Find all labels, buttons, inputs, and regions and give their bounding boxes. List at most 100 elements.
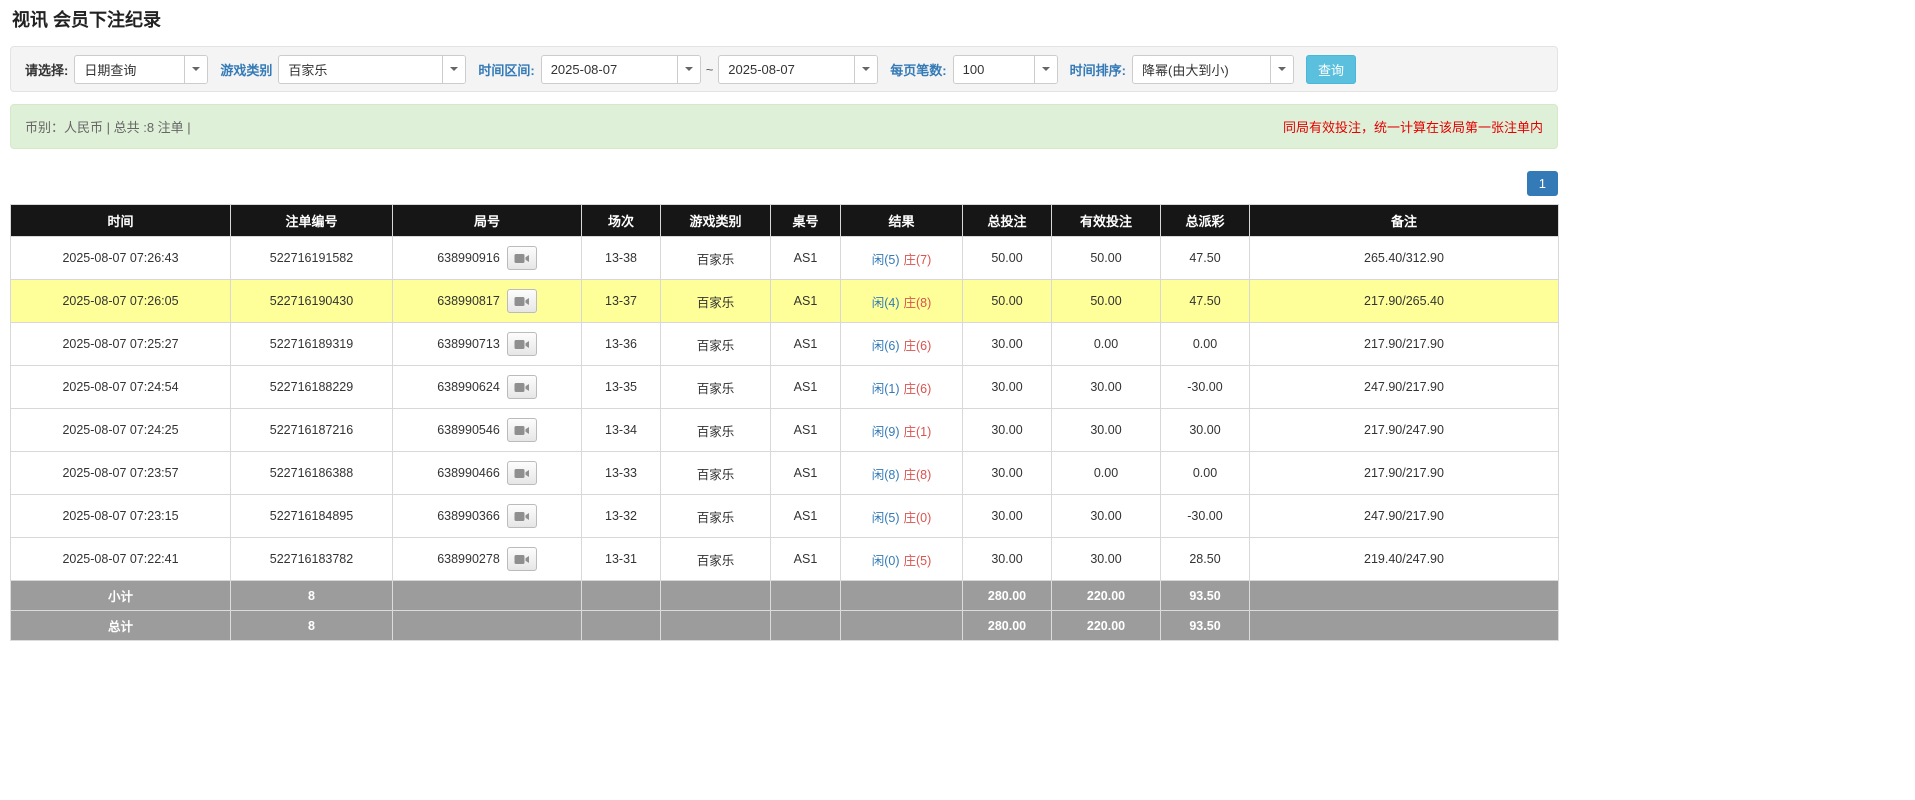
cell-summary-empty xyxy=(582,611,661,641)
round-video-button[interactable] xyxy=(507,547,537,571)
chevron-down-icon[interactable] xyxy=(854,56,877,83)
cell-time: 2025-08-07 07:23:57 xyxy=(11,452,231,495)
game-type-label: 游戏类别 xyxy=(220,60,272,79)
cell-summary-empty xyxy=(1250,611,1559,641)
cell-summary-empty xyxy=(661,581,771,611)
sort-order-dropdown[interactable]: 降幂(由大到小) xyxy=(1132,55,1294,84)
search-button[interactable]: 查询 xyxy=(1306,55,1356,84)
cell-game-type: 百家乐 xyxy=(661,409,771,452)
page-size-label: 每页笔数: xyxy=(890,60,946,79)
table-row: 2025-08-07 07:24:25 522716187216 6389905… xyxy=(11,409,1559,452)
cell-summary-empty xyxy=(393,581,582,611)
cell-total-bet[interactable]: 30.00 xyxy=(963,452,1052,495)
cell-table-no: AS1 xyxy=(771,538,841,581)
cell-summary-total-bet: 280.00 xyxy=(963,611,1052,641)
cell-round: 638990624 xyxy=(393,366,582,409)
cell-session: 13-34 xyxy=(582,409,661,452)
cell-time: 2025-08-07 07:26:05 xyxy=(11,280,231,323)
column-header-8: 总投注 xyxy=(963,205,1052,237)
cell-summary-count: 8 xyxy=(231,581,393,611)
cell-result: 闲(9)庄(1) xyxy=(841,409,963,452)
cell-valid-bet: 50.00 xyxy=(1052,280,1161,323)
round-number: 638990817 xyxy=(437,294,500,308)
cell-total-bet[interactable]: 50.00 xyxy=(963,280,1052,323)
cell-summary-empty xyxy=(1250,581,1559,611)
round-video-button[interactable] xyxy=(507,504,537,528)
round-video-button[interactable] xyxy=(507,375,537,399)
chevron-down-icon[interactable] xyxy=(442,56,465,83)
page-container: 视讯 会员下注纪录 请选择: 日期查询 游戏类别 百家乐 时间区间: 2025-… xyxy=(10,6,1558,641)
date-from-value: 2025-08-07 xyxy=(542,56,677,83)
cell-game-type: 百家乐 xyxy=(661,280,771,323)
column-header-4: 场次 xyxy=(582,205,661,237)
table-row: 2025-08-07 07:23:15 522716184895 6389903… xyxy=(11,495,1559,538)
result-player: 闲(6) xyxy=(872,339,900,353)
cell-table-no: AS1 xyxy=(771,495,841,538)
cell-valid-bet: 30.00 xyxy=(1052,538,1161,581)
cell-session: 13-36 xyxy=(582,323,661,366)
chevron-down-icon[interactable] xyxy=(1270,56,1293,83)
date-from-dropdown[interactable]: 2025-08-07 xyxy=(541,55,701,84)
chevron-down-icon[interactable] xyxy=(677,56,700,83)
cell-valid-bet: 0.00 xyxy=(1052,323,1161,366)
result-banker: 庄(6) xyxy=(904,382,932,396)
cell-payout: 0.00 xyxy=(1161,452,1250,495)
cell-bet-id: 522716186388 xyxy=(231,452,393,495)
cell-result: 闲(8)庄(8) xyxy=(841,452,963,495)
cell-bet-id: 522716190430 xyxy=(231,280,393,323)
cell-table-no: AS1 xyxy=(771,452,841,495)
cell-summary-label: 总计 xyxy=(11,611,231,641)
page-size-dropdown[interactable]: 100 xyxy=(953,55,1058,84)
result-player: 闲(5) xyxy=(872,253,900,267)
chevron-down-icon[interactable] xyxy=(1034,56,1057,83)
table-header-row: 时间注单编号局号场次游戏类别桌号结果总投注有效投注总派彩备注 xyxy=(11,205,1559,237)
select-type-value: 日期查询 xyxy=(75,56,184,83)
date-range-separator: ~ xyxy=(706,62,714,77)
cell-bet-id: 522716183782 xyxy=(231,538,393,581)
table-row: 2025-08-07 07:22:41 522716183782 6389902… xyxy=(11,538,1559,581)
cell-round: 638990817 xyxy=(393,280,582,323)
round-video-button[interactable] xyxy=(507,246,537,270)
summary-row: 小计 8 280.00 220.00 93.50 xyxy=(11,581,1559,611)
round-video-button[interactable] xyxy=(507,289,537,313)
chevron-down-icon[interactable] xyxy=(184,56,207,83)
cell-note: 219.40/247.90 xyxy=(1250,538,1559,581)
cell-round: 638990366 xyxy=(393,495,582,538)
cell-session: 13-37 xyxy=(582,280,661,323)
result-banker: 庄(0) xyxy=(904,511,932,525)
cell-valid-bet: 30.00 xyxy=(1052,409,1161,452)
game-type-dropdown[interactable]: 百家乐 xyxy=(278,55,466,84)
result-banker: 庄(8) xyxy=(904,296,932,310)
cell-round: 638990916 xyxy=(393,237,582,280)
cell-note: 265.40/312.90 xyxy=(1250,237,1559,280)
cell-bet-id: 522716187216 xyxy=(231,409,393,452)
column-header-1: 时间 xyxy=(11,205,231,237)
select-type-dropdown[interactable]: 日期查询 xyxy=(74,55,208,84)
pagination-page-1[interactable]: 1 xyxy=(1527,171,1558,196)
filter-bar: 请选择: 日期查询 游戏类别 百家乐 时间区间: 2025-08-07 ~ 20… xyxy=(10,46,1558,92)
select-type-label: 请选择: xyxy=(25,60,68,79)
cell-valid-bet: 50.00 xyxy=(1052,237,1161,280)
cell-total-bet[interactable]: 30.00 xyxy=(963,323,1052,366)
cell-total-bet[interactable]: 30.00 xyxy=(963,366,1052,409)
cell-summary-empty xyxy=(771,581,841,611)
cell-total-bet[interactable]: 30.00 xyxy=(963,495,1052,538)
cell-total-bet[interactable]: 30.00 xyxy=(963,538,1052,581)
video-icon xyxy=(514,424,530,437)
cell-session: 13-32 xyxy=(582,495,661,538)
cell-total-bet[interactable]: 50.00 xyxy=(963,237,1052,280)
result-banker: 庄(5) xyxy=(904,554,932,568)
round-video-button[interactable] xyxy=(507,332,537,356)
cell-valid-bet: 30.00 xyxy=(1052,495,1161,538)
column-header-9: 有效投注 xyxy=(1052,205,1161,237)
date-to-dropdown[interactable]: 2025-08-07 xyxy=(718,55,878,84)
cell-result: 闲(5)庄(7) xyxy=(841,237,963,280)
round-video-button[interactable] xyxy=(507,461,537,485)
round-number: 638990466 xyxy=(437,466,500,480)
cell-result: 闲(4)庄(8) xyxy=(841,280,963,323)
cell-total-bet[interactable]: 30.00 xyxy=(963,409,1052,452)
round-video-button[interactable] xyxy=(507,418,537,442)
result-player: 闲(8) xyxy=(872,468,900,482)
cell-table-no: AS1 xyxy=(771,323,841,366)
cell-summary-empty xyxy=(771,611,841,641)
